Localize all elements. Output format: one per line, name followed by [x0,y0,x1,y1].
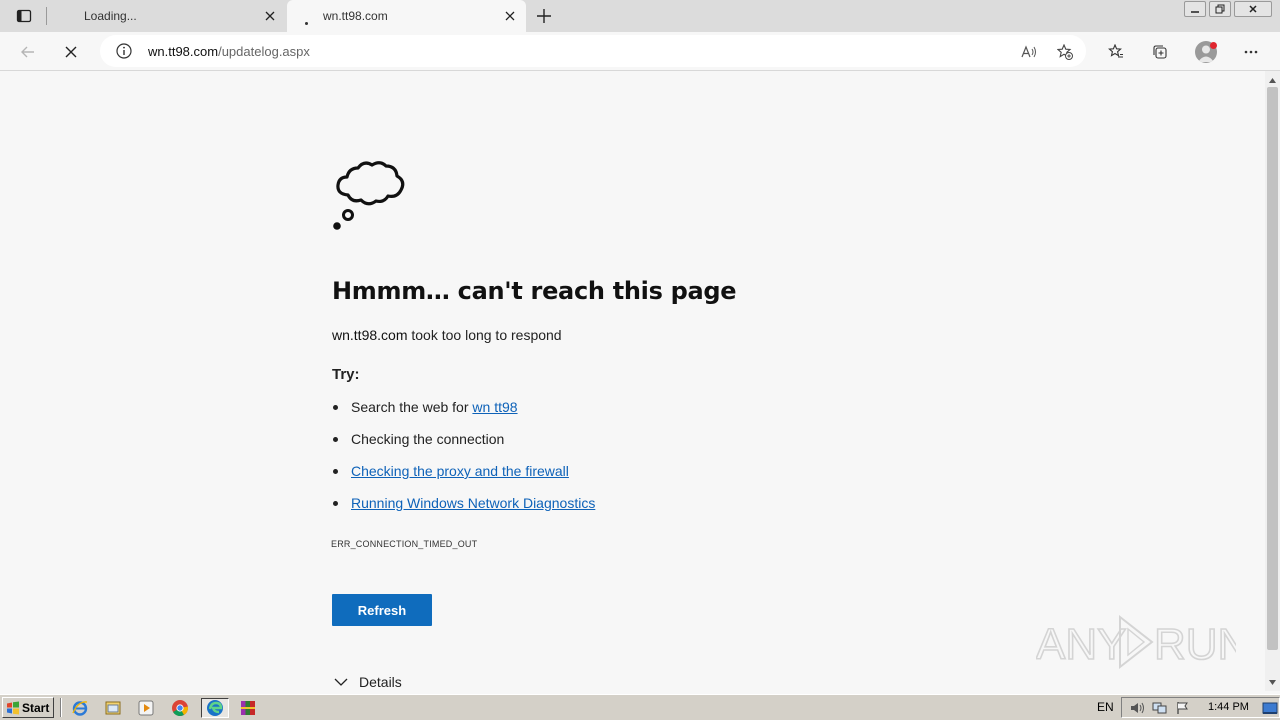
error-message: wn.tt98.com took too long to respond [332,327,562,343]
refresh-button[interactable]: Refresh [332,594,432,626]
more-horizontal-icon [1244,50,1258,54]
winrar-launcher[interactable] [236,698,260,718]
settings-menu-button[interactable] [1238,39,1264,65]
restore-icon [1215,4,1225,14]
error-page: Hmmm… can't reach this page wn.tt98.com … [0,71,1265,694]
add-favorite-button[interactable] [1054,41,1076,63]
folder-icon [105,701,121,715]
url-text[interactable]: wn.tt98.com/updatelog.aspx [148,44,310,59]
address-bar[interactable]: wn.tt98.com/updatelog.aspx [100,35,1086,67]
close-icon [505,11,515,21]
clock[interactable]: 1:44 PM [1208,701,1249,713]
suggestion-text: Search the web for [351,399,473,415]
windows-logo-icon [7,701,19,714]
url-host: wn.tt98.com [148,44,219,59]
address-toolbar: wn.tt98.com/updatelog.aspx [0,32,1280,71]
tab-close-button[interactable] [262,8,278,24]
chevron-down-icon [334,678,348,686]
internet-explorer-launcher[interactable] [68,698,92,718]
close-window-button[interactable] [1234,1,1272,17]
read-aloud-button[interactable] [1018,41,1040,63]
error-host: wn.tt98.com [332,327,408,343]
tab-loading[interactable]: Loading... [48,0,286,32]
close-icon [65,46,77,58]
suggestion-proxy: Checking the proxy and the firewall [332,461,595,493]
tab-actions-button[interactable] [8,6,40,26]
scroll-up-button[interactable] [1265,73,1280,88]
network-diagnostics-link[interactable]: Running Windows Network Diagnostics [351,495,595,511]
close-icon [265,11,275,21]
new-tab-button[interactable] [534,6,554,26]
suggestion-connection: Checking the connection [332,429,595,461]
media-player-launcher[interactable] [134,698,158,718]
error-code: ERR_CONNECTION_TIMED_OUT [331,539,478,549]
suggestion-text: Checking the connection [351,431,505,447]
scroll-thumb[interactable] [1267,87,1278,650]
favorites-list-icon [1108,44,1123,58]
minimize-icon [1191,11,1199,13]
show-desktop-icon[interactable] [1262,701,1278,715]
vertical-scrollbar[interactable] [1265,71,1280,691]
archive-icon [241,701,255,715]
tab-active[interactable]: wn.tt98.com [287,0,526,32]
chrome-icon [172,700,189,716]
star-plus-icon [1057,44,1073,60]
svg-text:ANY: ANY [1036,620,1126,669]
tab-title: Loading... [84,9,137,23]
loading-spinner-icon [299,11,313,25]
anyrun-watermark-logo: ANY RUN [1036,614,1236,670]
try-label: Try: [332,366,360,383]
internet-explorer-icon [72,701,88,716]
svg-text:RUN: RUN [1154,620,1236,669]
stop-loading-button[interactable] [58,39,84,65]
tab-strip: Loading... wn.tt98.com [0,0,1280,32]
taskbar-divider [60,698,62,717]
url-path: /updatelog.aspx [218,44,310,59]
triangle-down-icon [1269,680,1276,685]
scroll-down-button[interactable] [1265,675,1280,690]
thought-cloud-icon [333,161,405,230]
flag-icon[interactable] [1175,701,1191,715]
system-tray: 1:44 PM [1121,697,1280,718]
read-aloud-icon [1021,45,1036,58]
minimize-button[interactable] [1184,1,1206,17]
info-icon[interactable] [116,43,132,59]
restore-button[interactable] [1209,1,1231,17]
page-title: Hmmm… can't reach this page [332,277,737,305]
suggestions-list: Search the web for wn tt98 Checking the … [332,397,595,525]
start-label: Start [22,700,50,715]
proxy-firewall-link[interactable]: Checking the proxy and the firewall [351,463,569,479]
search-link[interactable]: wn tt98 [472,399,517,415]
tab-actions-icon [16,9,32,23]
media-player-icon [138,700,154,716]
chrome-launcher[interactable] [168,698,192,718]
triangle-up-icon [1269,78,1276,83]
close-icon [1249,5,1257,13]
suggestion-search: Search the web for wn tt98 [332,397,595,429]
edge-icon [207,700,223,716]
details-label: Details [359,674,402,690]
windows-taskbar: Start EN 1:44 PM [0,694,1280,720]
file-explorer-launcher[interactable] [101,698,125,718]
tab-title: wn.tt98.com [323,9,388,23]
start-button[interactable]: Start [2,697,54,718]
edge-taskbar-button[interactable] [201,698,229,718]
profile-status-badge [1210,42,1217,49]
favorites-button[interactable] [1103,39,1129,65]
plus-icon [537,9,551,23]
error-description: took too long to respond [407,327,562,343]
collections-icon [1153,45,1167,59]
back-button[interactable] [15,39,41,65]
tab-close-button[interactable] [502,8,518,24]
volume-icon[interactable] [1129,701,1145,715]
arrow-left-icon [21,46,34,58]
language-indicator[interactable]: EN [1097,700,1114,714]
collections-button[interactable] [1147,39,1173,65]
tab-divider [46,7,47,25]
suggestion-diagnostics: Running Windows Network Diagnostics [332,493,595,525]
network-icon[interactable] [1152,701,1168,715]
details-toggle[interactable]: Details [334,674,402,690]
